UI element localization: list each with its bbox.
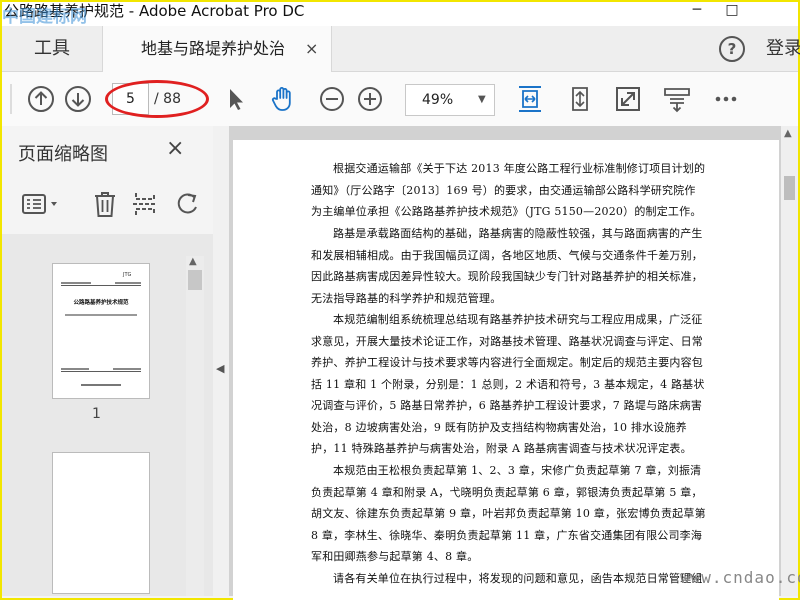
thumbnail-list: JTG 公路路基养护技术规范 1 ▲ bbox=[2, 234, 213, 596]
paragraph: 本规范由王松根负责起草第 1、2、3 章，宋修广负责起草第 7 章，刘振清负责起… bbox=[311, 464, 706, 563]
select-cursor-icon[interactable] bbox=[220, 84, 250, 114]
zoom-in-icon[interactable] bbox=[355, 84, 385, 114]
login-button[interactable]: 登录 bbox=[766, 26, 800, 71]
tab-bar: 工具 地基与路堤养护处治 × ? 登录 bbox=[2, 26, 800, 72]
zoom-out-icon[interactable] bbox=[317, 84, 347, 114]
paragraph: 根据交通运输部《关于下达 2013 年度公路工程行业标准制修订项目计划的通知》（… bbox=[311, 162, 706, 218]
tab-close-icon[interactable]: × bbox=[305, 26, 318, 71]
zoom-dropdown[interactable]: 49% ▼ bbox=[405, 84, 495, 116]
scroll-mode-icon[interactable] bbox=[662, 84, 692, 114]
thumbnail-scrollbar[interactable]: ▲ bbox=[186, 256, 204, 596]
panel-close-icon[interactable]: × bbox=[166, 136, 184, 161]
tab-document-label: 地基与路堤养护处治 bbox=[141, 39, 286, 58]
delete-icon[interactable] bbox=[90, 189, 120, 219]
help-icon[interactable]: ? bbox=[719, 36, 745, 62]
page-thumbnail[interactable] bbox=[52, 452, 150, 594]
fullscreen-icon[interactable] bbox=[613, 84, 643, 114]
tab-tools[interactable]: 工具 bbox=[2, 26, 102, 71]
thumb-header: JTG bbox=[122, 272, 132, 278]
thumbnails-panel: 页面缩略图 × JTG 公路路基养护技术规范 1 ▲ bbox=[2, 126, 214, 596]
rotate-icon[interactable] bbox=[172, 189, 202, 219]
thumbnail-page-number: 1 bbox=[92, 406, 101, 422]
chevron-left-icon: ◀ bbox=[216, 362, 225, 375]
panel-toolbar bbox=[2, 181, 213, 231]
more-icon[interactable] bbox=[711, 84, 741, 114]
tab-document[interactable]: 地基与路堤养护处治 × bbox=[102, 26, 332, 72]
fit-width-icon[interactable] bbox=[515, 84, 545, 114]
document-view[interactable]: 根据交通运输部《关于下达 2013 年度公路工程行业标准制修订项目计划的通知》（… bbox=[229, 126, 781, 600]
watermark-url: www.cndao.com bbox=[680, 568, 800, 587]
next-page-icon[interactable] bbox=[63, 84, 93, 114]
hand-tool-icon[interactable] bbox=[268, 84, 298, 114]
watermark-logo: 中国建标网 bbox=[2, 7, 87, 27]
title-bar: 公路路基养护规范 - Adobe Acrobat Pro DC 中国建标网 ─ … bbox=[2, 2, 798, 27]
maximize-button[interactable]: □ bbox=[717, 2, 747, 20]
panel-collapse-handle[interactable]: ◀ bbox=[213, 126, 229, 596]
chevron-down-icon: ▼ bbox=[478, 94, 486, 105]
thumbnail-preview: JTG 公路路基养护技术规范 bbox=[61, 272, 141, 386]
pdf-page: 根据交通运输部《关于下达 2013 年度公路工程行业标准制修订项目计划的通知》（… bbox=[233, 140, 779, 600]
prev-page-icon[interactable] bbox=[26, 84, 56, 114]
page-thumbnail[interactable]: JTG 公路路基养护技术规范 bbox=[52, 263, 150, 399]
toolbar-divider bbox=[10, 84, 12, 114]
scroll-up-icon[interactable]: ▲ bbox=[189, 256, 197, 267]
thumb-title: 公路路基养护技术规范 bbox=[73, 298, 129, 306]
scroll-up-icon[interactable]: ▲ bbox=[784, 128, 792, 139]
zoom-value: 49% bbox=[422, 92, 454, 108]
red-annotation-ellipse bbox=[105, 80, 209, 118]
paragraph: 本规范编制组系统梳理总结现有路基养护技术研究与工程应用成果，广泛征求意见，开展大… bbox=[311, 313, 705, 455]
options-menu-icon[interactable] bbox=[20, 189, 62, 219]
paragraph: 请各有关单位在执行过程中，将发现的问题和意见，函告本规范日常管理组 bbox=[333, 572, 703, 585]
fit-page-icon[interactable] bbox=[565, 84, 595, 114]
document-scrollbar[interactable]: ▲ bbox=[781, 126, 798, 596]
scrollbar-thumb[interactable] bbox=[188, 270, 202, 290]
main-toolbar: 5 / 88 49% ▼ bbox=[2, 72, 798, 127]
scrollbar-thumb[interactable] bbox=[784, 176, 795, 200]
panel-title: 页面缩略图 bbox=[18, 144, 108, 165]
minimize-button[interactable]: ─ bbox=[682, 2, 712, 20]
extract-pages-icon[interactable] bbox=[130, 189, 160, 219]
paragraph: 路基是承载路面结构的基础，路基病害的隐蔽性较强，其与路面病害的产生和发展相辅相成… bbox=[311, 227, 703, 305]
